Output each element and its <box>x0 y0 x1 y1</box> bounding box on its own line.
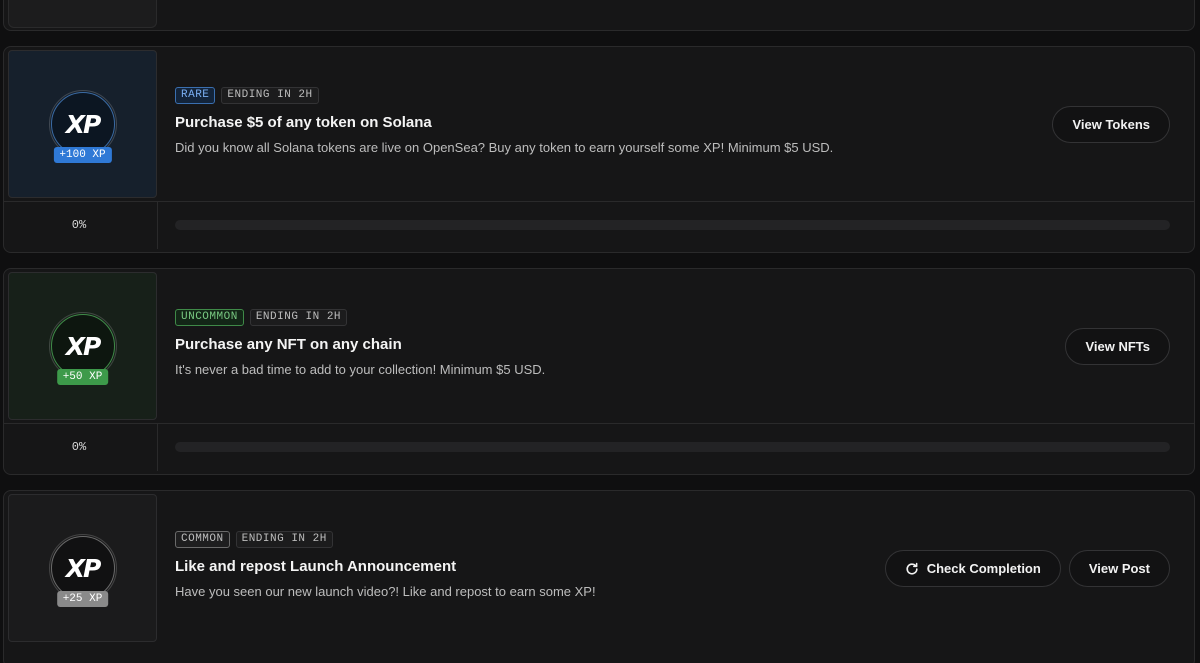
xp-badge: XP +50 XP <box>48 312 117 385</box>
ending-tag: ENDING IN 2H <box>235 531 333 548</box>
xp-reward: +50 XP <box>56 369 109 385</box>
rarity-tag: RARE <box>175 87 216 104</box>
progress-divider <box>157 202 158 249</box>
quest-actions: View NFTs <box>1065 328 1170 365</box>
quest-main-row: XP +25 XP COMMON ENDING IN 2H Like and r… <box>4 491 1194 645</box>
quest-info: RARE ENDING IN 2H Purchase $5 of any tok… <box>175 87 1194 155</box>
quest-tags: COMMON ENDING IN 2H <box>175 531 1194 548</box>
check-completion-button[interactable]: Check Completion <box>884 550 1061 587</box>
quest-title: Purchase $5 of any token on Solana <box>175 114 432 131</box>
previous-quest-thumbnail <box>8 0 157 28</box>
quest-info: UNCOMMON ENDING IN 2H Purchase any NFT o… <box>175 309 1194 377</box>
xp-reward: +100 XP <box>53 147 112 163</box>
progress-divider <box>157 424 158 471</box>
xp-badge: XP +25 XP <box>48 534 117 607</box>
view-tokens-button[interactable]: View Tokens <box>1052 106 1170 143</box>
quest-progress-row: 0% <box>4 423 1194 471</box>
progress-bar <box>175 442 1170 452</box>
xp-badge: XP +100 XP <box>48 90 117 163</box>
quest-description: It's never a bad time to add to your col… <box>175 362 546 377</box>
progress-percent: 0% <box>71 440 87 454</box>
quest-thumbnail: XP +100 XP <box>8 50 157 198</box>
previous-quest-card <box>3 0 1195 31</box>
quest-card: XP +100 XP RARE ENDING IN 2H Purchase $5… <box>3 46 1195 253</box>
xp-logo-icon: XP <box>65 553 102 583</box>
quest-thumbnail: XP +25 XP <box>8 494 157 642</box>
quest-main-row: XP +50 XP UNCOMMON ENDING IN 2H Purchase… <box>4 269 1194 423</box>
xp-logo-icon: XP <box>65 109 102 139</box>
quest-card: XP +50 XP UNCOMMON ENDING IN 2H Purchase… <box>3 268 1195 475</box>
view-post-button[interactable]: View Post <box>1068 550 1170 587</box>
ending-tag: ENDING IN 2H <box>221 87 319 104</box>
progress-percent: 0% <box>71 218 87 232</box>
quest-actions: View Tokens <box>1052 106 1170 143</box>
quest-main-row: XP +100 XP RARE ENDING IN 2H Purchase $5… <box>4 47 1194 201</box>
progress-bar <box>175 220 1170 230</box>
view-nfts-button[interactable]: View NFTs <box>1065 328 1170 365</box>
quest-tags: RARE ENDING IN 2H <box>175 87 1194 104</box>
quest-actions: Check Completion View Post <box>884 550 1170 587</box>
rarity-tag: UNCOMMON <box>175 309 244 326</box>
quest-thumbnail: XP +50 XP <box>8 272 157 420</box>
quest-progress-row: 0% <box>4 201 1194 249</box>
xp-reward: +25 XP <box>56 591 109 607</box>
quest-card: XP +25 XP COMMON ENDING IN 2H Like and r… <box>3 490 1195 663</box>
quest-tags: UNCOMMON ENDING IN 2H <box>175 309 1194 326</box>
quest-title: Purchase any NFT on any chain <box>175 336 402 353</box>
xp-logo-icon: XP <box>65 331 102 361</box>
check-completion-label: Check Completion <box>926 561 1041 576</box>
quest-description: Did you know all Solana tokens are live … <box>175 140 834 155</box>
refresh-icon <box>906 562 918 575</box>
ending-tag: ENDING IN 2H <box>249 309 348 326</box>
rarity-tag: COMMON <box>175 531 230 548</box>
